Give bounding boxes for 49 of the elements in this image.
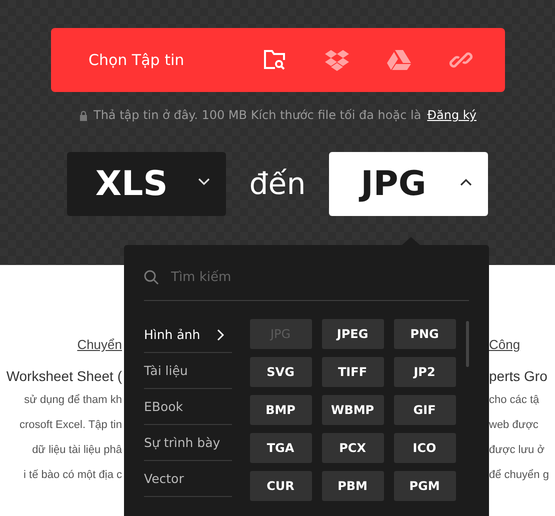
search-field[interactable]: Tìm kiếm xyxy=(169,269,469,286)
source-button[interactable] xyxy=(262,48,286,72)
article-heading: perts Gro xyxy=(489,368,548,384)
source-button[interactable] xyxy=(386,48,410,72)
to-label: đến xyxy=(248,166,307,202)
format-option[interactable]: JP2 xyxy=(394,357,456,387)
signup-link[interactable]: Đăng ký xyxy=(427,108,476,122)
article-link[interactable]: Chuyển xyxy=(77,337,122,352)
format-option[interactable]: ICO xyxy=(394,433,456,463)
lock-icon xyxy=(78,110,88,120)
article-text-line: được lưu ở xyxy=(489,443,544,458)
format-option[interactable]: JPEG xyxy=(322,319,384,349)
article-text-line: crosoft Excel. Tập tin xyxy=(19,418,122,433)
article-text-line: dữ liệu tài liệu phâ xyxy=(32,443,122,458)
drive-icon xyxy=(386,49,410,71)
chevron-right-icon xyxy=(216,328,224,340)
chevron-up-icon xyxy=(460,178,472,186)
category-item[interactable]: Hình ảnh xyxy=(144,317,232,353)
article-text-line: i tế bào có một địa c xyxy=(24,468,122,483)
format-option[interactable]: BMP xyxy=(250,395,312,425)
format-option[interactable]: PBM xyxy=(322,471,384,501)
format-option[interactable]: GIF xyxy=(394,395,456,425)
choose-file-button[interactable]: Chọn Tập tin xyxy=(88,51,238,69)
article-text-line: cho các tậ xyxy=(489,393,540,408)
category-item[interactable]: EBook xyxy=(144,389,232,425)
article-text-line: web được xyxy=(489,418,538,433)
chevron-down-icon xyxy=(198,178,210,186)
source-button[interactable] xyxy=(324,48,348,72)
format-option[interactable]: PNG xyxy=(394,319,456,349)
format-option[interactable]: TIFF xyxy=(322,357,384,387)
dropbox-icon xyxy=(324,49,348,71)
format-option[interactable]: TGA xyxy=(250,433,312,463)
folder-search-icon xyxy=(262,49,286,71)
category-item[interactable]: Vector xyxy=(144,461,232,497)
format-option[interactable]: CUR xyxy=(250,471,312,501)
category-item[interactable]: Tài liệu xyxy=(144,353,232,389)
source-format-select[interactable]: XLS xyxy=(67,152,226,216)
format-option[interactable]: PCX xyxy=(322,433,384,463)
target-format-select[interactable]: JPG xyxy=(329,152,488,216)
category-item[interactable]: Sự trình bày xyxy=(144,425,232,461)
search-icon xyxy=(144,270,159,285)
format-option[interactable]: WBMP xyxy=(322,395,384,425)
article-text-line: sử dụng để tham kh xyxy=(24,393,122,408)
article-heading: Worksheet Sheet ( xyxy=(6,368,122,384)
article-text-line: để chuyển g xyxy=(489,468,549,483)
format-option[interactable]: PGM xyxy=(394,471,456,501)
drop-hint-text: Thả tập tin ở đây. 100 MB Kích thước file tối đa hoặc là xyxy=(94,108,422,122)
article-link[interactable]: Công xyxy=(489,337,520,352)
format-option[interactable]: SVG xyxy=(250,357,312,387)
